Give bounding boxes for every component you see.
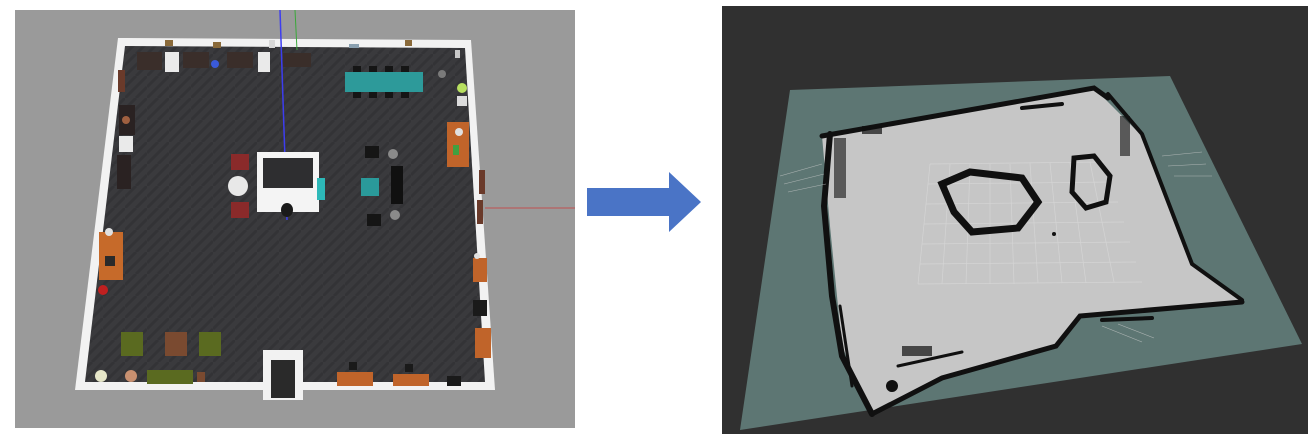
door-left: [118, 70, 125, 92]
coffee-table: [361, 178, 379, 196]
wall-frame: [455, 50, 460, 58]
chair: [122, 116, 130, 124]
desk: [137, 52, 162, 70]
chair: [211, 60, 219, 68]
trash-bin: [388, 149, 398, 159]
side-table: [125, 370, 137, 382]
gazebo-scene-svg: [15, 10, 575, 428]
cabinet: [119, 136, 133, 152]
desk: [283, 53, 311, 67]
desk-item: [455, 128, 463, 136]
coffee-table: [165, 332, 187, 356]
appliance: [457, 96, 467, 106]
chair: [405, 364, 413, 372]
orange-desk: [475, 328, 491, 358]
cabinet: [258, 52, 270, 72]
chair: [365, 146, 379, 158]
rviz-map-view[interactable]: [722, 6, 1308, 434]
gazebo-simulation-view[interactable]: [15, 10, 575, 428]
wall-frame: [405, 40, 412, 46]
orange-desk: [393, 374, 429, 386]
desk-item: [105, 228, 113, 236]
doorway: [271, 360, 295, 398]
plant: [457, 83, 467, 93]
wall-frame: [269, 40, 275, 48]
desk: [473, 300, 487, 316]
central-structure-interior: [263, 158, 313, 188]
desk-item: [105, 256, 115, 266]
trash-bin: [390, 210, 400, 220]
wall-frame: [165, 40, 173, 46]
desk: [227, 52, 253, 68]
green-sofa: [147, 370, 193, 384]
robot: [281, 203, 293, 217]
desk-item: [453, 145, 459, 155]
green-sofa: [121, 332, 143, 356]
chair: [98, 285, 108, 295]
armchair: [231, 154, 249, 170]
door-right: [479, 170, 485, 194]
door-right: [477, 200, 483, 224]
desk-item: [474, 253, 480, 259]
cabinet: [165, 52, 179, 72]
desk: [183, 52, 209, 68]
transition-arrow: [585, 170, 703, 234]
armchair: [231, 202, 249, 218]
wall-frame: [349, 44, 359, 48]
desk: [447, 376, 461, 386]
chair: [349, 362, 357, 370]
chair: [367, 214, 381, 226]
lamp: [95, 370, 107, 382]
orange-desk: [337, 372, 373, 386]
wall-frame: [213, 42, 221, 48]
rviz-scene-svg: [722, 6, 1308, 434]
green-sofa: [199, 332, 221, 356]
trash-bin: [438, 70, 446, 78]
round-table: [228, 176, 248, 196]
desk: [117, 155, 131, 189]
teal-panel: [317, 178, 325, 200]
orange-desk: [473, 258, 487, 282]
sofa: [391, 166, 403, 204]
side-table: [197, 372, 205, 382]
meeting-table: [345, 72, 423, 92]
arrow-icon: [587, 172, 701, 232]
